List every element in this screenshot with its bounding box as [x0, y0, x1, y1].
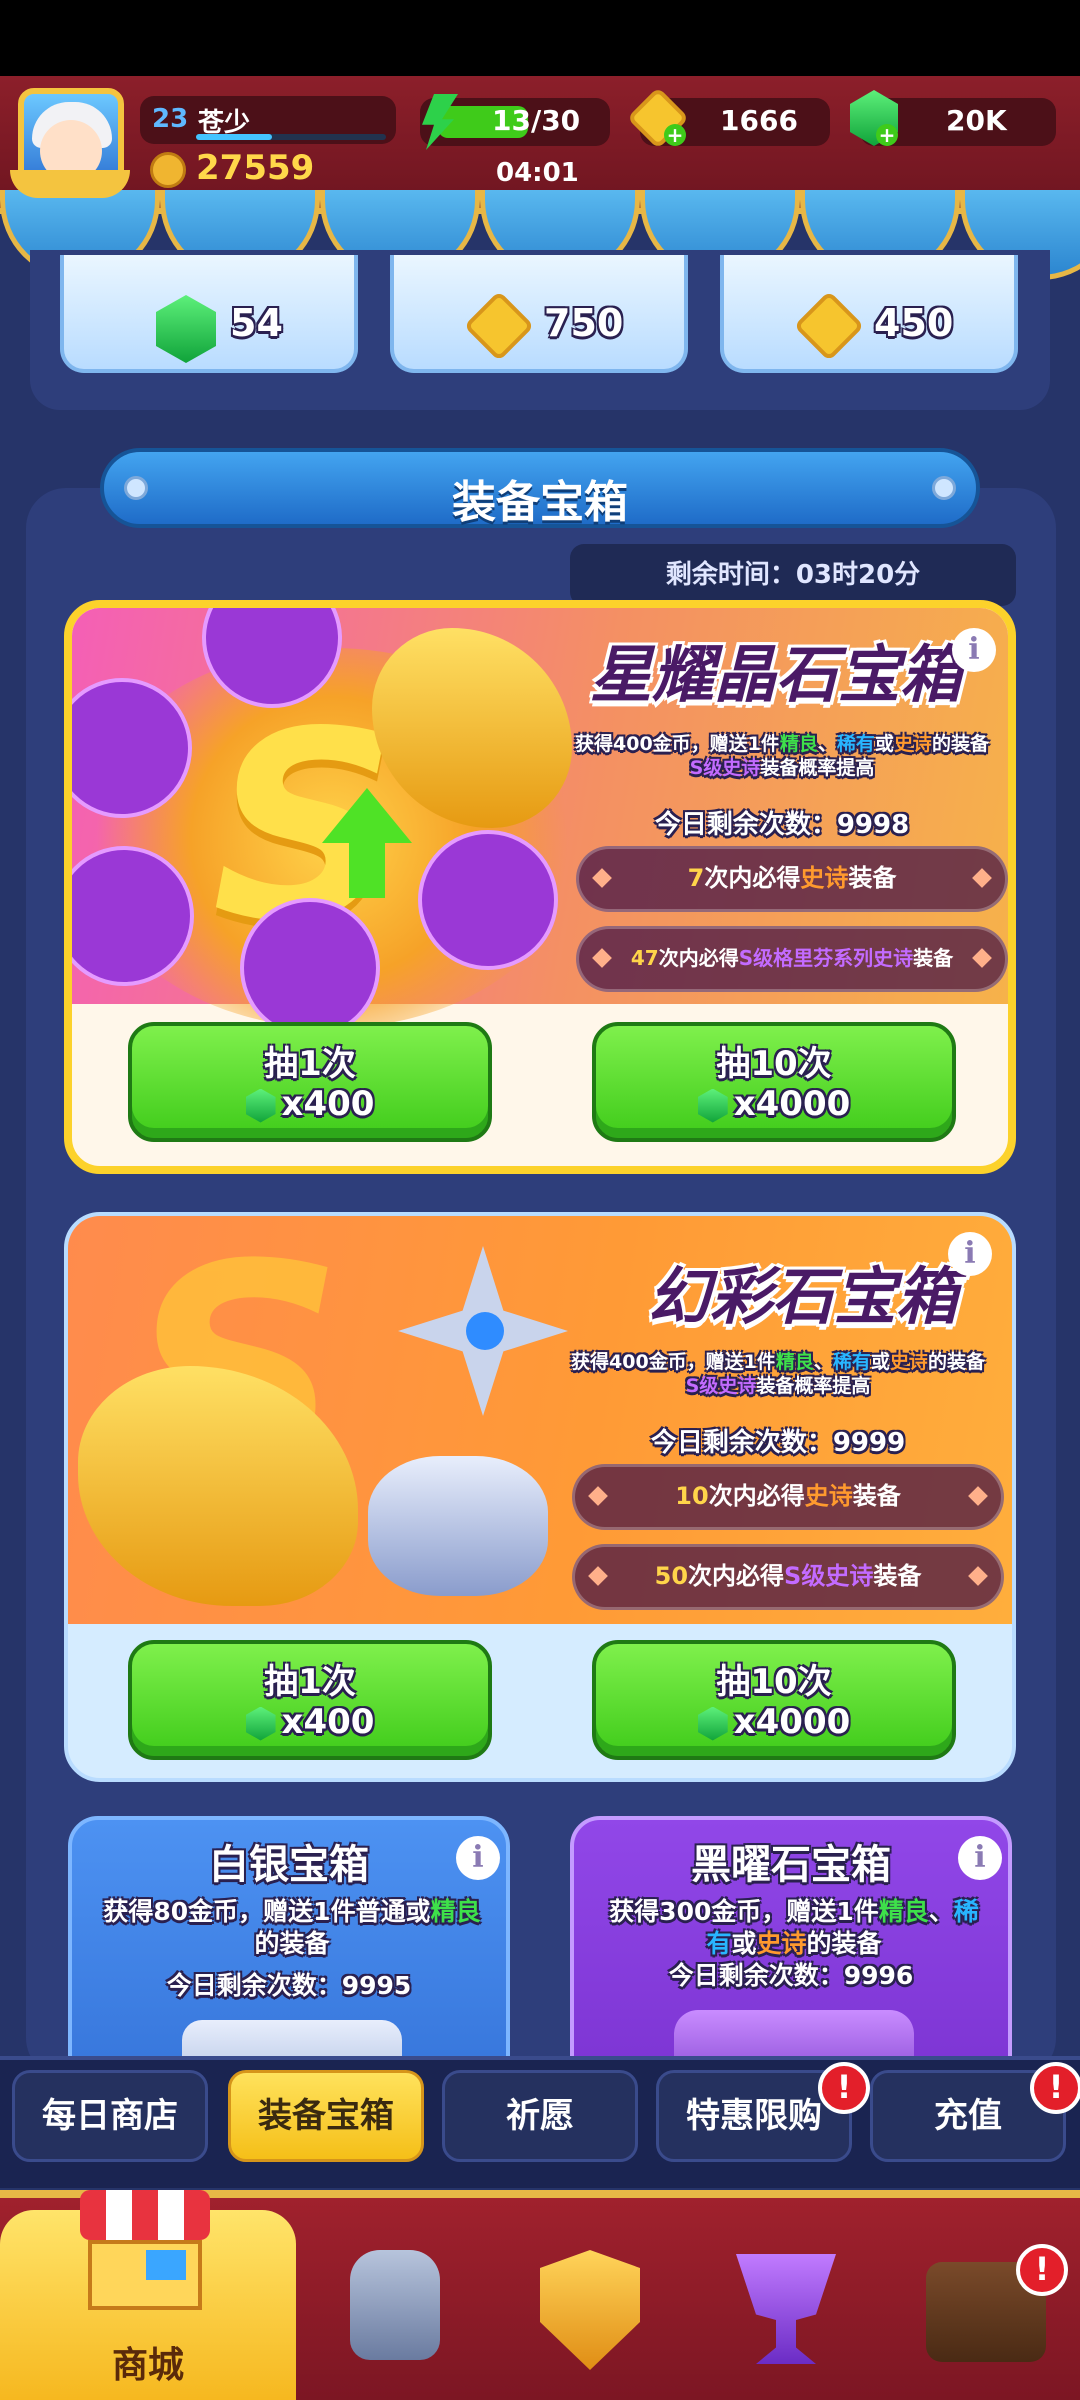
info-icon[interactable]: i	[952, 628, 996, 672]
info-icon[interactable]: i	[456, 1836, 500, 1880]
chest-description: 获得300金币，赠送1件精良、稀 有或史诗的装备	[609, 1897, 979, 1958]
avatar-frame-wing	[10, 170, 130, 198]
guarantee-s-epic: 47次内必得S级格里芬系列史诗装备	[576, 926, 1008, 992]
ring-item-icon	[240, 898, 380, 1038]
coin-value: 1666	[720, 104, 798, 137]
player-power: 27559	[196, 148, 315, 188]
coin-icon	[793, 290, 865, 362]
remaining-count: 今日剩余次数：9995	[166, 1971, 412, 2000]
chest-description: 获得80金币，赠送1件普通或精良 的装备	[103, 1897, 481, 1958]
player-info-pill[interactable]: 23 苍少	[140, 96, 396, 144]
tab-daily-shop[interactable]: 每日商店	[12, 2070, 208, 2162]
nav-shop[interactable]: 商城	[0, 2190, 296, 2400]
info-icon[interactable]: i	[958, 1836, 1002, 1880]
blue-orb	[466, 1312, 504, 1350]
info-icon[interactable]: i	[948, 1232, 992, 1276]
section-ribbon: 装备宝箱	[100, 448, 980, 528]
draw-ten-button[interactable]: 抽10次 x4000	[592, 1640, 956, 1760]
chest-title: 黑曜石宝箱	[691, 1842, 891, 1888]
draw-once-button[interactable]: 抽1次 x400	[128, 1022, 492, 1142]
section-title: 装备宝箱	[452, 477, 628, 528]
remaining-count: 今日剩余次数：9999	[650, 1428, 906, 1458]
nav-equipment-icon[interactable]	[350, 2250, 440, 2360]
chest-description: 获得400金币，赠送1件精良、稀有或史诗的装备 S级史诗装备概率提高	[575, 733, 989, 779]
gem-icon	[156, 295, 216, 363]
chest-description: 获得400金币，赠送1件精良、稀有或史诗的装备 S级史诗装备概率提高	[571, 1351, 985, 1397]
chest-card-iridescent: S 幻彩石宝箱 i 获得400金币，赠送1件精良、稀有或史诗的装备S级史诗装备概…	[64, 1212, 1016, 1782]
offer-card-coins-450[interactable]: 450	[720, 255, 1018, 373]
remaining-time-bar: 剩余时间：03时20分	[570, 544, 1016, 606]
silver-gauntlet-art	[368, 1456, 548, 1596]
energy-timer: 04:01	[496, 158, 579, 188]
limited-deals-alert-badge: !	[818, 2062, 870, 2114]
add-coins-button[interactable]: +	[664, 124, 686, 146]
tab-wish[interactable]: 祈愿	[442, 2070, 638, 2162]
remaining-count: 今日剩余次数：9996	[668, 1961, 914, 1990]
chest-title: 白银宝箱	[209, 1842, 369, 1888]
guarantee-s-epic: 50次内必得S级史诗装备	[572, 1544, 1004, 1610]
offer-value: 54	[230, 301, 283, 345]
nav-alert-badge: !	[1016, 2244, 1068, 2296]
guarantee-epic: 10次内必得史诗装备	[572, 1464, 1004, 1530]
gem-icon	[245, 1706, 276, 1741]
coin-icon	[463, 290, 535, 362]
chest-card-star-crystal: S 星耀晶石宝箱 i 获得400金币，赠送1件精良、稀有或史诗的装备 S级史诗装备…	[64, 600, 1016, 1174]
draw-ten-button[interactable]: 抽10次 x4000	[592, 1022, 956, 1142]
player-level: 23	[152, 104, 189, 134]
chest-title: 星耀晶石宝箱	[589, 638, 962, 711]
gem-icon	[245, 1088, 276, 1123]
chest-title: 幻彩石宝箱	[647, 1260, 958, 1333]
offer-value: 450	[874, 301, 954, 345]
guarantee-epic: 7次内必得史诗装备	[576, 846, 1008, 912]
helmet-item-icon	[418, 830, 558, 970]
remaining-time: 剩余时间：03时20分	[665, 560, 921, 590]
energy-value: 13/30	[492, 104, 581, 137]
shop-stall-icon	[80, 2190, 210, 2320]
gem-icon	[697, 1088, 728, 1123]
offer-value: 750	[544, 301, 624, 345]
add-gems-button[interactable]: +	[876, 124, 898, 146]
power-icon	[150, 152, 186, 188]
gem-value: 20K	[946, 104, 1007, 137]
tab-equipment-chest[interactable]: 装备宝箱	[228, 2070, 424, 2162]
offer-card-gems[interactable]: 54	[60, 255, 358, 373]
remaining-count: 今日剩余次数：9998	[654, 810, 910, 840]
nav-shop-label: 商城	[111, 2345, 184, 2386]
recharge-alert-badge: !	[1030, 2062, 1080, 2114]
xp-bar	[196, 134, 386, 140]
draw-once-button[interactable]: 抽1次 x400	[128, 1640, 492, 1760]
gem-icon	[697, 1706, 728, 1741]
system-status-bar	[0, 0, 1080, 76]
offer-card-coins-750[interactable]: 750	[390, 255, 688, 373]
